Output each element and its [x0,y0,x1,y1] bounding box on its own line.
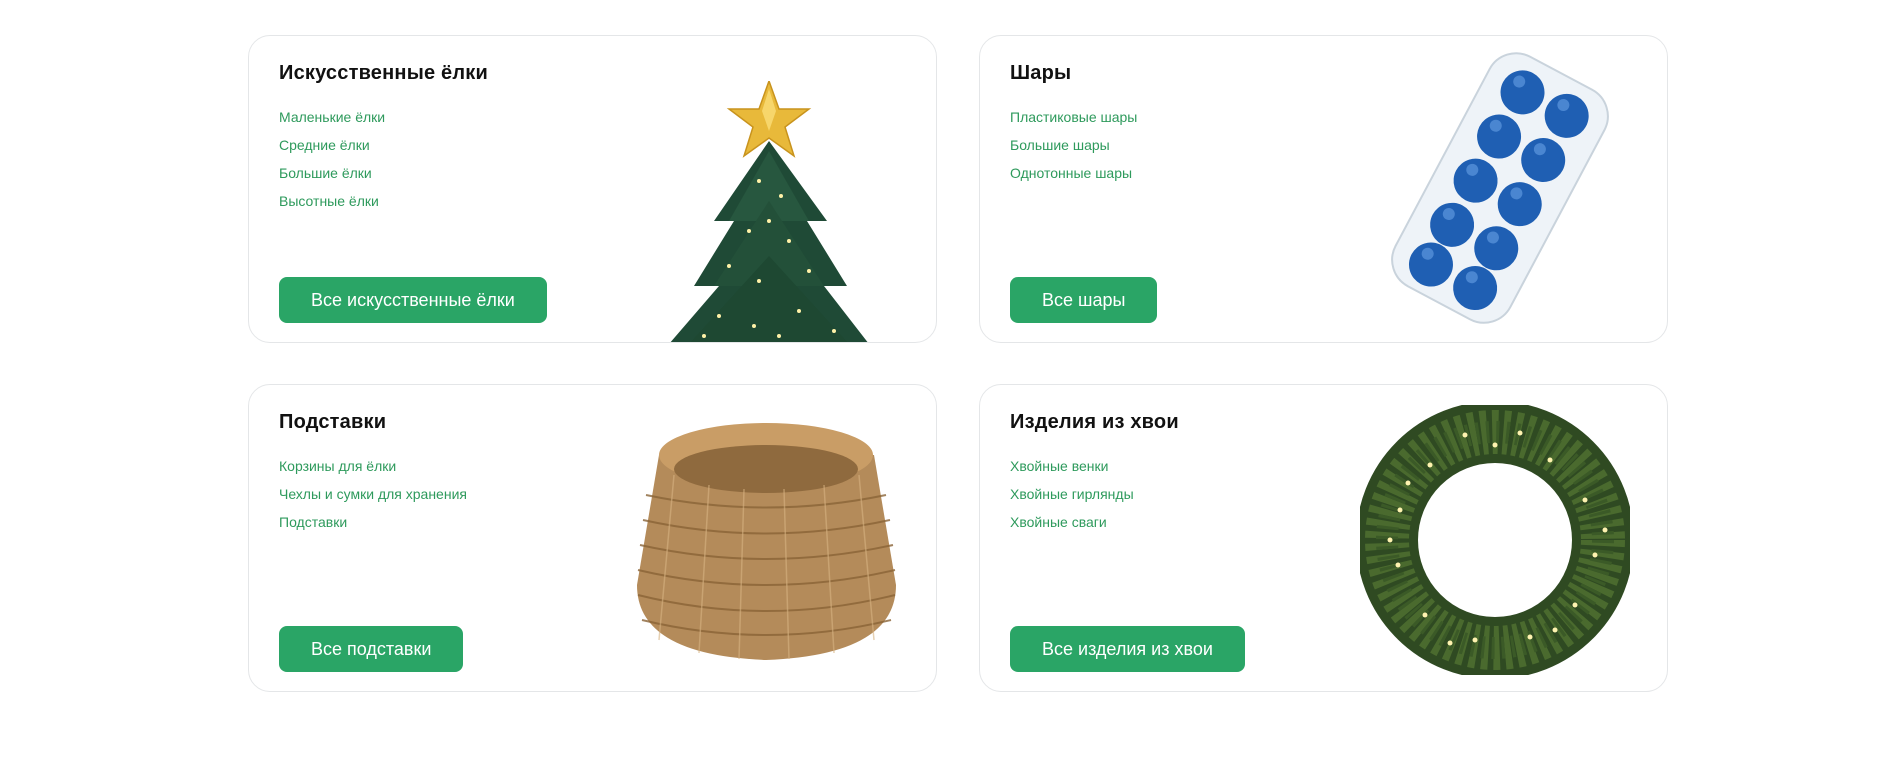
subcategory-link-large-trees[interactable]: Большие ёлки [279,159,385,187]
wicker-basket-image[interactable] [634,415,899,680]
all-ornaments-button[interactable]: Все шары [1010,277,1158,323]
card-title: Искусственные ёлки [279,62,488,84]
category-card-artificial-trees: Искусственные ёлки Маленькие ёлки Средни… [248,35,937,343]
category-card-ornaments: Шары Пластиковые шары Большие шары Однот… [979,35,1668,343]
all-artificial-trees-button[interactable]: Все искусственные ёлки [279,277,547,323]
subcategory-link-large-balls[interactable]: Большие шары [1010,131,1137,159]
subcategory-list: Маленькие ёлки Средние ёлки Большие ёлки… [279,103,385,215]
card-title: Шары [1010,62,1072,84]
christmas-tree-image[interactable] [659,81,879,343]
subcategory-link-tall-trees[interactable]: Высотные ёлки [279,187,385,215]
subcategory-list: Пластиковые шары Большие шары Однотонные… [1010,103,1137,187]
subcategory-link-tree-baskets[interactable]: Корзины для ёлки [279,452,467,480]
subcategory-link-medium-trees[interactable]: Средние ёлки [279,131,385,159]
subcategory-link-solid-balls[interactable]: Однотонные шары [1010,159,1137,187]
subcategory-link-pine-garlands[interactable]: Хвойные гирлянды [1010,480,1134,508]
category-card-pine-products: Изделия из хвои Хвойные венки Хвойные ги… [979,384,1668,692]
subcategory-link-plastic-balls[interactable]: Пластиковые шары [1010,103,1137,131]
wreath-image[interactable] [1360,405,1630,675]
subcategory-link-small-trees[interactable]: Маленькие ёлки [279,103,385,131]
subcategory-list: Корзины для ёлки Чехлы и сумки для хране… [279,452,467,536]
subcategory-link-pine-wreaths[interactable]: Хвойные венки [1010,452,1134,480]
subcategory-link-storage-bags[interactable]: Чехлы и сумки для хранения [279,480,467,508]
category-card-stands: Подставки Корзины для ёлки Чехлы и сумки… [248,384,937,692]
subcategory-link-pine-swags[interactable]: Хвойные сваги [1010,508,1134,536]
card-title: Изделия из хвои [1010,411,1179,433]
all-pine-products-button[interactable]: Все изделия из хвои [1010,626,1245,672]
card-title: Подставки [279,411,387,433]
subcategory-list: Хвойные венки Хвойные гирлянды Хвойные с… [1010,452,1134,536]
subcategory-link-stands[interactable]: Подставки [279,508,467,536]
ornament-box-image[interactable] [1365,48,1635,328]
all-stands-button[interactable]: Все подставки [279,626,464,672]
category-grid: Искусственные ёлки Маленькие ёлки Средни… [248,35,1668,692]
